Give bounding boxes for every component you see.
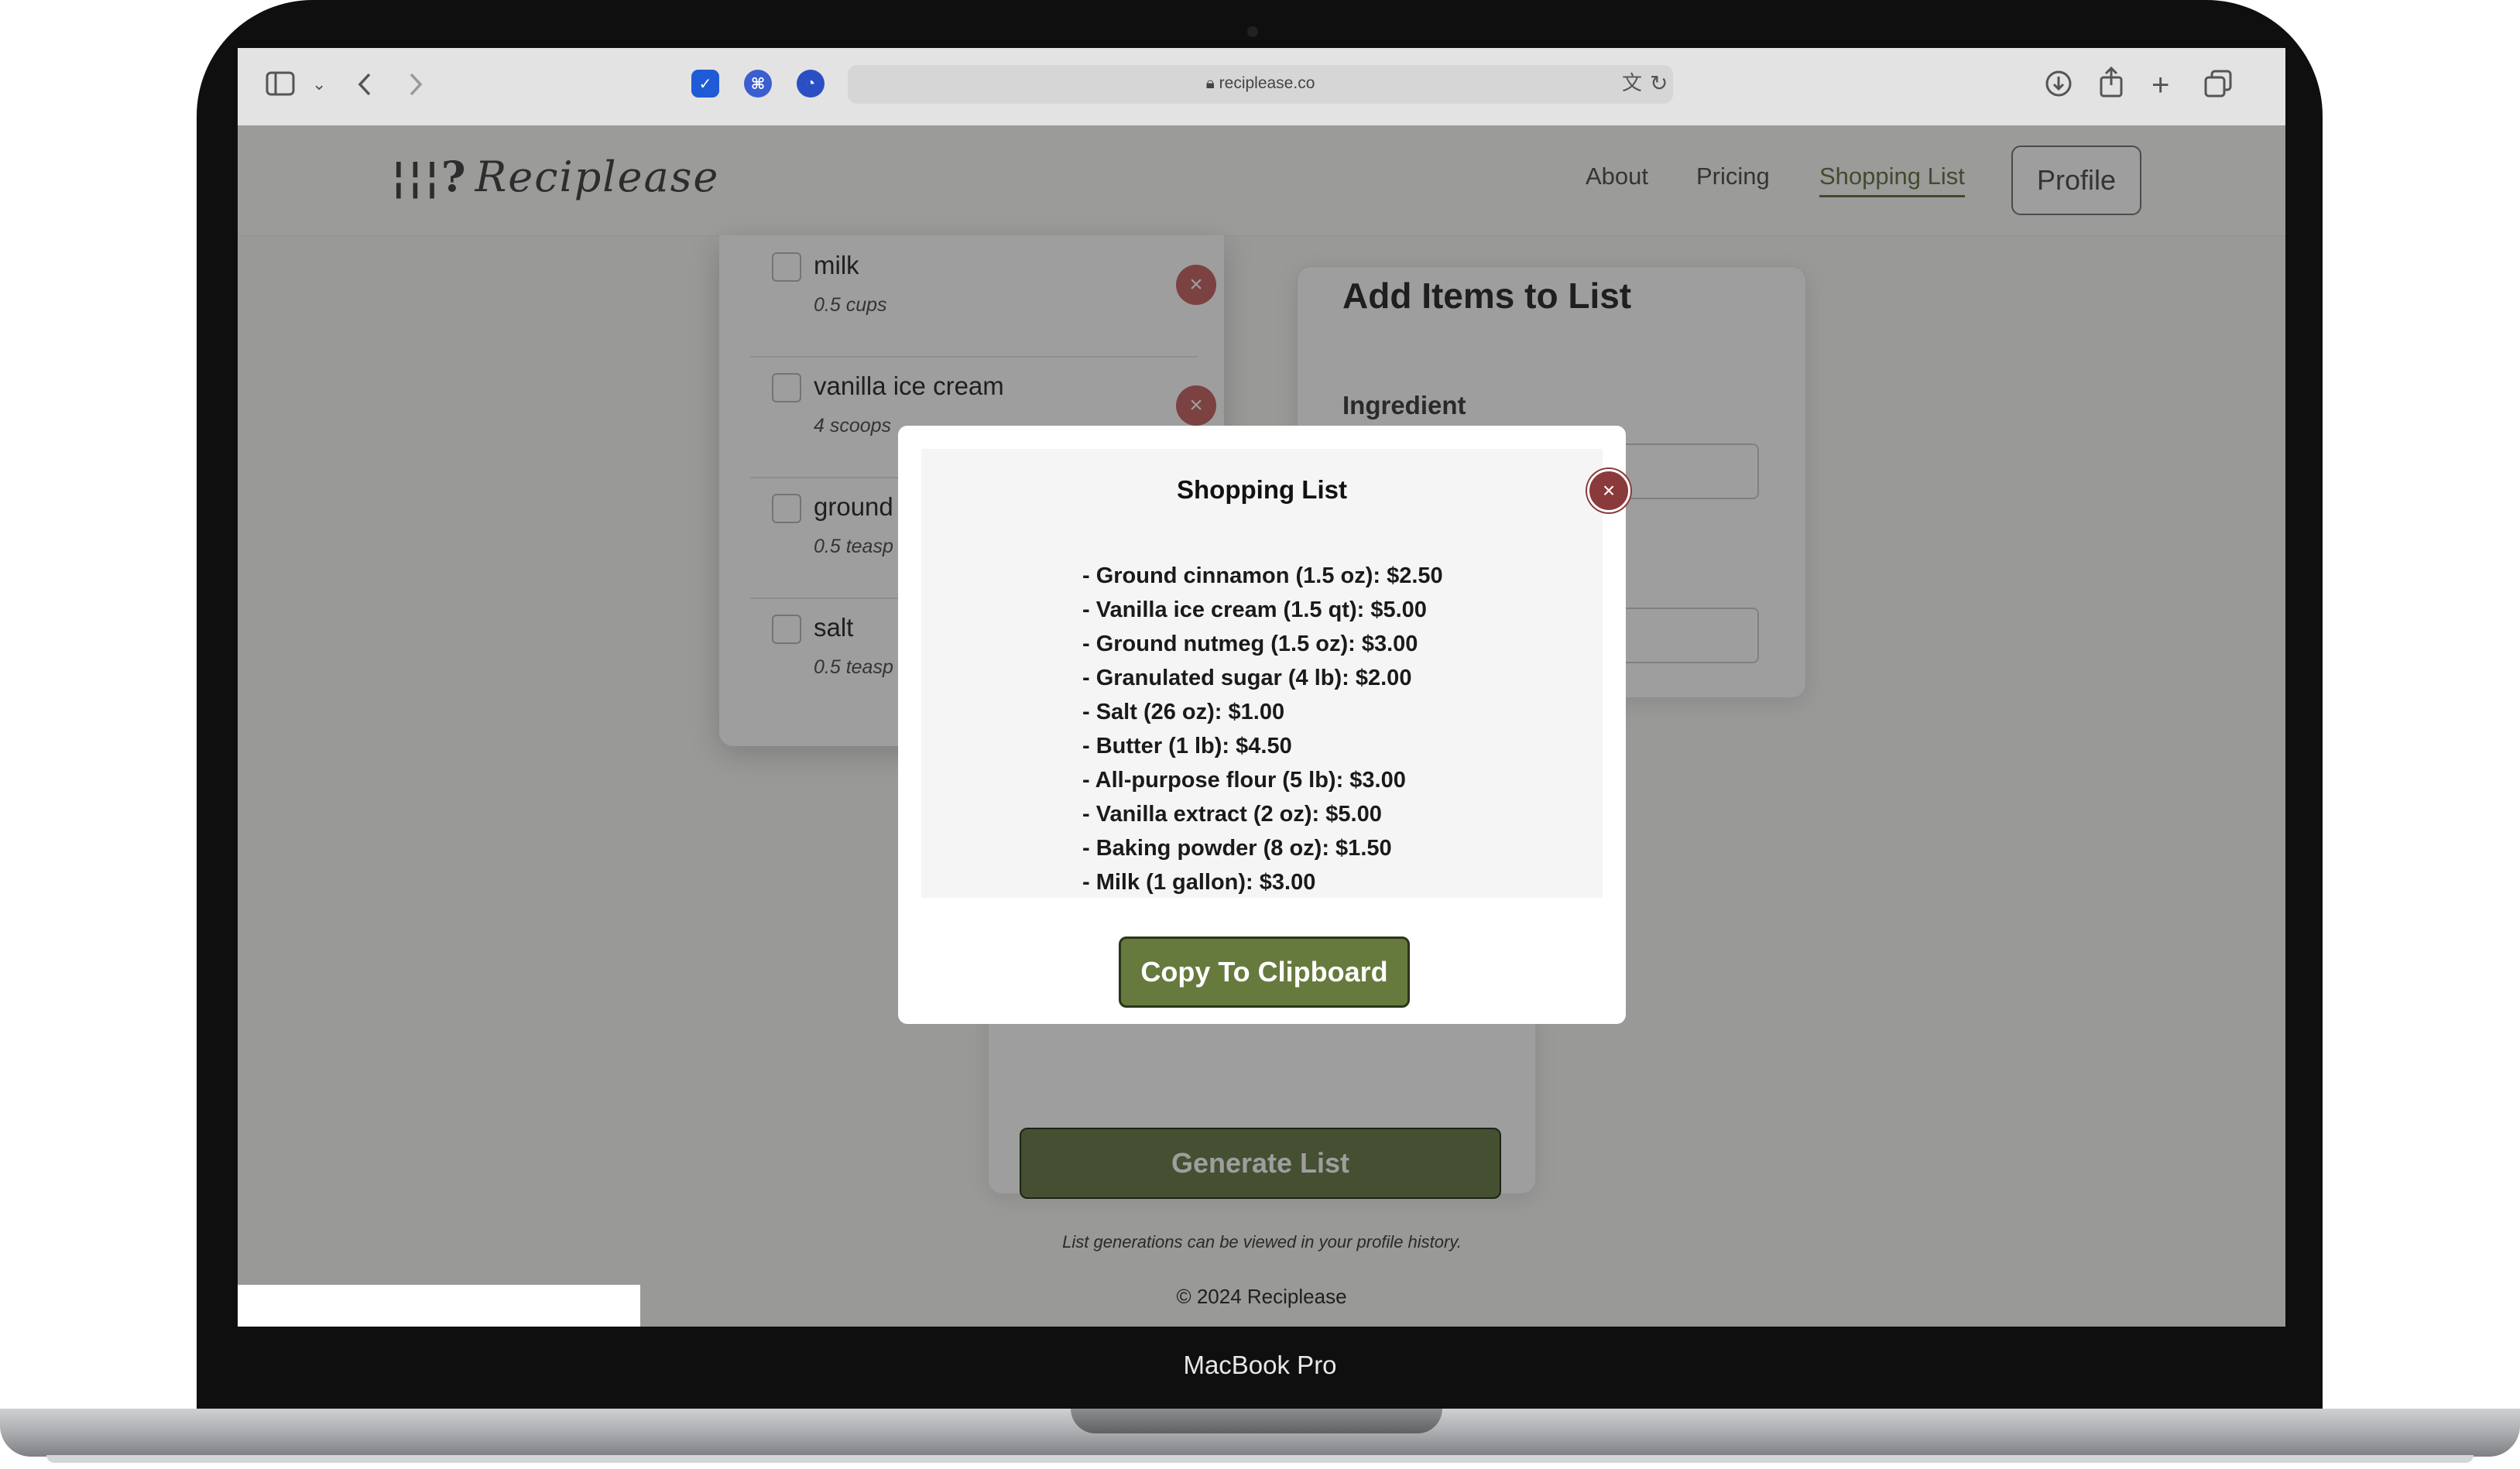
sidebar-icon[interactable] [266,71,295,96]
translate-icon[interactable]: 文 [1622,73,1642,93]
tabs-overview-icon[interactable] [2204,70,2232,98]
browser-toolbar: ⌄ ✓ ⌘ ◔ 🔒︎ reciplease.co 文 ↻ + [238,48,2285,126]
list-item: - All-purpose flour (5 lb): $3.00 [1082,768,1406,793]
shopping-list-items: - Ground cinnamon (1.5 oz): $2.50 - Vani… [1082,559,1443,899]
download-icon[interactable] [2045,70,2073,98]
chevron-down-icon[interactable]: ⌄ [312,76,326,93]
clock-icon[interactable]: ◔ [797,70,825,98]
list-item: - Salt (26 oz): $1.00 [1082,700,1285,724]
bitwarden-shield-icon[interactable]: ✓ [691,70,719,98]
list-item: - Baking powder (8 oz): $1.50 [1082,836,1392,861]
modal-title: Shopping List [1177,475,1347,504]
address-bar[interactable]: 🔒︎ reciplease.co 文 ↻ [848,65,1673,104]
copy-to-clipboard-button[interactable]: Copy To Clipboard [1119,937,1410,1008]
command-icon[interactable]: ⌘ [744,70,772,98]
lock-icon: 🔒︎ [1205,74,1215,92]
close-icon[interactable]: × [1587,469,1630,512]
shopping-list-modal: Shopping List - Ground cinnamon (1.5 oz)… [898,426,1630,1024]
page-strip [238,1285,640,1327]
list-item: - Ground nutmeg (1.5 oz): $3.00 [1082,632,1418,656]
screen: ⌄ ✓ ⌘ ◔ 🔒︎ reciplease.co 文 ↻ + ¦¦¦? Reci… [238,48,2285,1327]
url-text: reciplease.co [1219,74,1315,92]
laptop-notch [1071,1409,1442,1433]
forward-icon[interactable] [406,71,425,98]
share-icon[interactable] [2099,67,2124,98]
new-tab-icon[interactable]: + [2151,70,2169,101]
list-item: - Vanilla extract (2 oz): $5.00 [1082,802,1382,827]
reload-icon[interactable]: ↻ [1650,73,1668,94]
laptop-shadow [46,1455,2474,1463]
camera-icon [1247,26,1258,37]
list-item: - Butter (1 lb): $4.50 [1082,734,1292,758]
model-label: MacBook Pro [1183,1351,1337,1379]
back-icon[interactable] [355,71,374,98]
list-item: - Ground cinnamon (1.5 oz): $2.50 [1082,563,1443,588]
modal-content: Shopping List - Ground cinnamon (1.5 oz)… [921,449,1630,899]
list-item: - Granulated sugar (4 lb): $2.00 [1082,666,1412,690]
list-item: - Milk (1 gallon): $3.00 [1082,870,1316,895]
list-item: - Vanilla ice cream (1.5 qt): $5.00 [1082,598,1427,622]
